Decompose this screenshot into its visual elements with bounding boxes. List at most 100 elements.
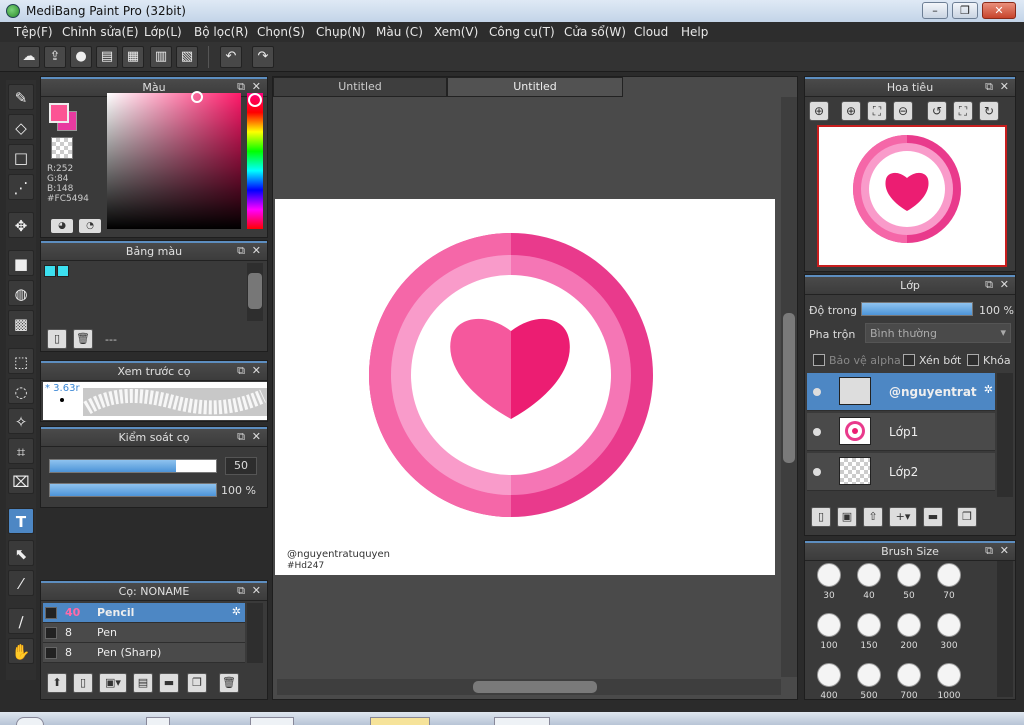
delete-palette-icon[interactable]: 🗑 [73, 329, 93, 349]
dot-brush-icon[interactable]: ⋰ [8, 174, 34, 200]
menu-edit[interactable]: Chỉnh sửa(E) [62, 25, 139, 39]
text-icon[interactable]: T [8, 508, 34, 534]
undock-icon[interactable]: ⧉ [985, 278, 993, 292]
add-brush-icon[interactable]: ⬆ [47, 673, 67, 693]
saturation-value-picker[interactable] [107, 93, 241, 229]
brush-list-scrollbar[interactable] [247, 603, 263, 663]
hue-slider[interactable] [247, 93, 263, 229]
menu-color[interactable]: Màu (C) [376, 25, 423, 39]
gear-icon[interactable]: ✲ [232, 605, 241, 618]
comment-icon[interactable]: ▤ [96, 46, 118, 68]
fit-screen-icon[interactable]: ⛶ [867, 101, 887, 121]
taskbar-item[interactable] [370, 717, 430, 725]
brush-row[interactable]: 40 Pencil ✲ [43, 603, 245, 623]
brush-size-option[interactable] [937, 563, 961, 587]
brush-size-option[interactable] [897, 613, 921, 637]
lock-checkbox[interactable] [967, 354, 979, 366]
rotate-left-icon[interactable]: ↺ [927, 101, 947, 121]
undock-icon[interactable]: ⧉ [237, 364, 245, 378]
brush-checkbox[interactable] [45, 647, 57, 659]
taskbar-item[interactable] [146, 717, 170, 725]
protect-alpha-checkbox[interactable] [813, 354, 825, 366]
menu-window[interactable]: Cửa sổ(W) [564, 25, 626, 39]
undock-icon[interactable]: ⧉ [237, 80, 245, 94]
brush-menu-icon[interactable]: ▣▾ [99, 673, 127, 693]
layer-list-scrollbar[interactable] [997, 373, 1013, 497]
gear-icon[interactable]: ✲ [984, 383, 993, 396]
taskbar-item[interactable] [250, 717, 294, 725]
delete-brush-icon[interactable]: 🗑 [219, 673, 239, 693]
cloud-icon[interactable]: ☁ [18, 46, 40, 68]
menu-tools[interactable]: Công cụ(T) [489, 25, 555, 39]
lasso-icon[interactable]: ◌ [8, 378, 34, 404]
brush-checkbox[interactable] [45, 607, 57, 619]
rotate-right-icon[interactable]: ↻ [979, 101, 999, 121]
transparent-color-swatch[interactable] [51, 137, 73, 159]
undock-icon[interactable]: ⧉ [237, 244, 245, 258]
fill-rect-icon[interactable]: ■ [8, 250, 34, 276]
close-icon[interactable]: ✕ [252, 364, 261, 377]
speech-icon[interactable]: ● [70, 46, 92, 68]
close-icon[interactable]: ✕ [1000, 278, 1009, 291]
menu-capture[interactable]: Chụp(N) [316, 25, 366, 39]
brush-row[interactable]: 8 Pen (Sharp) [43, 643, 245, 663]
new-brush-icon[interactable]: ▯ [73, 673, 93, 693]
brush-size-option[interactable] [817, 663, 841, 687]
hue-marker[interactable] [248, 93, 262, 107]
brush-opacity-slider[interactable] [49, 483, 217, 497]
start-button[interactable] [16, 717, 44, 725]
palette-swatch[interactable] [57, 265, 69, 277]
menu-layer[interactable]: Lớp(L) [144, 25, 182, 39]
brush-size-option[interactable] [897, 663, 921, 687]
palette-swatch[interactable] [44, 265, 56, 277]
flip-icon[interactable]: ⛶ [953, 101, 973, 121]
visibility-icon[interactable] [813, 388, 821, 396]
brush-size-option[interactable] [937, 613, 961, 637]
navigator-preview[interactable] [817, 125, 1007, 267]
copy-brush-icon[interactable]: ▤ [133, 673, 153, 693]
undock-icon[interactable]: ⧉ [237, 584, 245, 598]
duplicate-icon[interactable]: ❐ [187, 673, 207, 693]
clipping-checkbox[interactable] [903, 354, 915, 366]
layer-row[interactable]: @nguyentrat ✲ [807, 373, 995, 411]
brush-size-slider[interactable] [49, 459, 217, 473]
menu-filter[interactable]: Bộ lọc(R) [194, 25, 248, 39]
layer-row[interactable]: Lớp1 [807, 413, 995, 451]
pipette-icon[interactable]: ∕ [8, 608, 34, 634]
layer-row[interactable]: Lớp2 [807, 453, 995, 491]
document-icon[interactable]: ▦ [122, 46, 144, 68]
maximize-button[interactable]: ❐ [952, 2, 978, 19]
menu-view[interactable]: Xem(V) [434, 25, 478, 39]
brush-row[interactable]: 8 Pen [43, 623, 245, 643]
tab-document-2[interactable]: Untitled [447, 77, 623, 97]
select-eraser-icon[interactable]: ⌧ [8, 468, 34, 494]
sv-marker[interactable] [191, 91, 203, 103]
taskbar-item[interactable] [494, 717, 550, 725]
visibility-icon[interactable] [813, 428, 821, 436]
close-icon[interactable]: ✕ [252, 584, 261, 597]
upload-icon[interactable]: ⇪ [44, 46, 66, 68]
rectangle-icon[interactable]: □ [8, 144, 34, 170]
new-layer-icon[interactable]: ▯ [811, 507, 831, 527]
bucket-icon[interactable]: ◍ [8, 280, 34, 306]
brush-size-option[interactable] [857, 563, 881, 587]
close-button[interactable]: ✕ [982, 2, 1016, 19]
close-icon[interactable]: ✕ [1000, 80, 1009, 93]
palette-scroll-thumb[interactable] [248, 273, 262, 309]
zoom-out-icon[interactable]: ⊖ [893, 101, 913, 121]
brush-size-scrollbar[interactable] [997, 561, 1013, 697]
brush-checkbox[interactable] [45, 627, 57, 639]
brush-size-option[interactable] [897, 563, 921, 587]
canvas-horizontal-scroll-thumb[interactable] [473, 681, 597, 693]
drawing-canvas[interactable]: @nguyentratuquyen #Hd247 [275, 199, 775, 575]
new-palette-icon[interactable]: ▯ [47, 329, 67, 349]
gradient-icon[interactable]: ▩ [8, 310, 34, 336]
undo-icon[interactable]: ↶ [220, 46, 242, 68]
minimize-button[interactable]: – [922, 2, 948, 19]
brush-size-value[interactable]: 50 [225, 457, 257, 475]
undock-icon[interactable]: ⧉ [985, 544, 993, 558]
menu-select[interactable]: Chọn(S) [257, 25, 305, 39]
layer-properties-icon[interactable]: ▣ [837, 507, 857, 527]
panel-icon[interactable]: ▧ [176, 46, 198, 68]
redo-icon[interactable]: ↷ [252, 46, 274, 68]
